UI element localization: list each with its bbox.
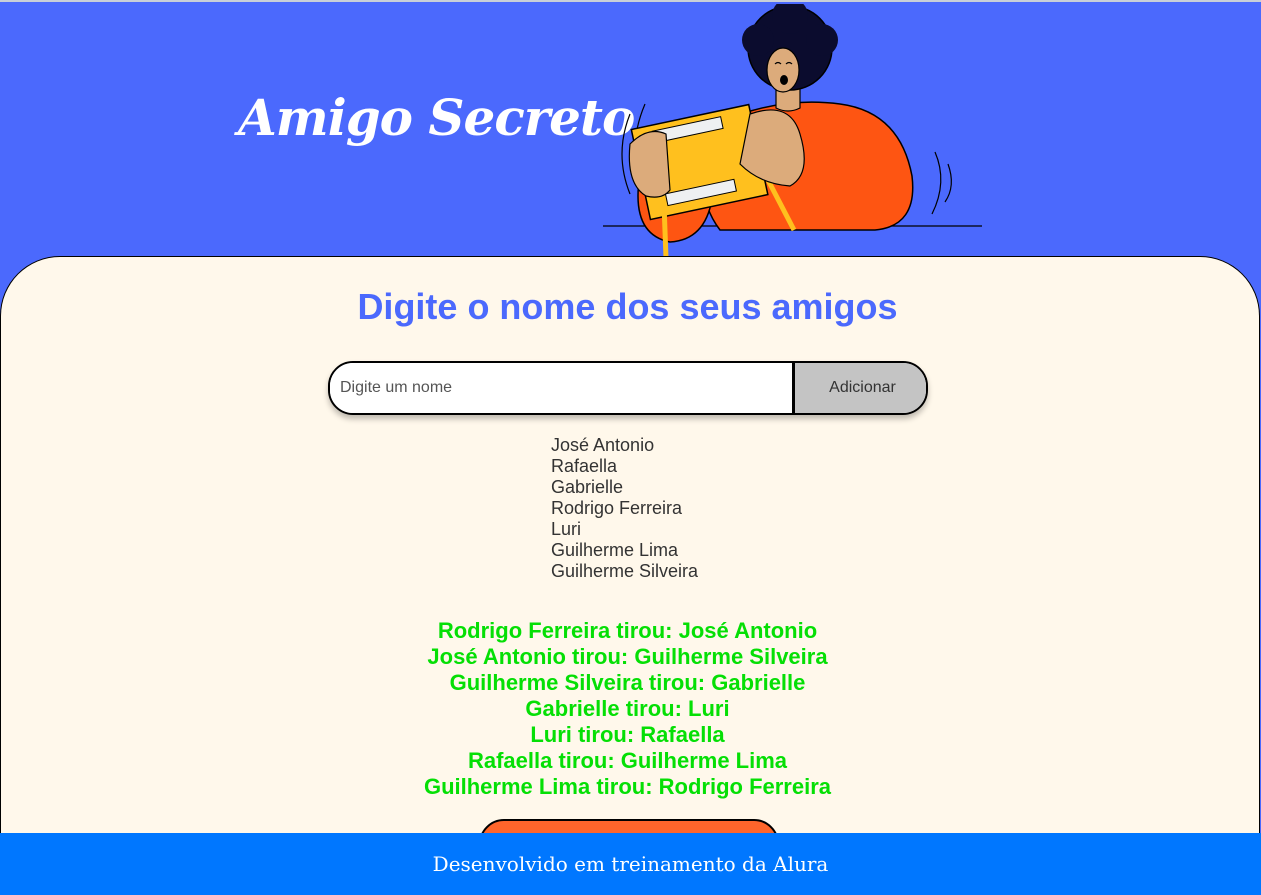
hero-illustration-person-with-gift-icon [603, 4, 982, 258]
footer-text: Desenvolvido em treinamento da Alura [432, 852, 829, 876]
friend-item: Gabrielle [551, 477, 624, 497]
friend-item: Rafaella [551, 456, 618, 476]
page: Amigo Secreto Digite o nome dos seus ami… [0, 0, 1261, 895]
result-item: José Antonio tirou: Guilherme Silveira [427, 644, 828, 669]
friend-input-group: Adicionar [328, 361, 928, 415]
result-item: Rafaella tirou: Guilherme Lima [467, 748, 788, 773]
draw-results-list: Rodrigo Ferreira tirou: José Antonio Jos… [0, 618, 1255, 800]
result-item: Gabrielle tirou: Luri [525, 696, 730, 721]
friend-name-input[interactable] [330, 363, 792, 413]
header: Amigo Secreto [0, 2, 1261, 258]
section-title: Digite o nome dos seus amigos [357, 286, 898, 327]
friend-item: José Antonio [551, 435, 655, 455]
friends-list: José Antonio Rafaella Gabrielle Rodrigo … [551, 435, 698, 582]
result-item: Luri tirou: Rafaella [530, 722, 725, 747]
result-item: Guilherme Silveira tirou: Gabrielle [449, 670, 806, 695]
friend-item: Luri [551, 519, 582, 539]
friend-item: Guilherme Silveira [551, 561, 699, 581]
friend-item: Rodrigo Ferreira [551, 498, 683, 518]
add-button[interactable]: Adicionar [792, 363, 926, 413]
app-title: Amigo Secreto [238, 88, 635, 147]
result-item: Rodrigo Ferreira tirou: José Antonio [437, 618, 818, 643]
result-item: Guilherme Lima tirou: Rodrigo Ferreira [423, 774, 832, 799]
friend-item: Guilherme Lima [551, 540, 679, 560]
footer: Desenvolvido em treinamento da Alura [0, 833, 1261, 895]
